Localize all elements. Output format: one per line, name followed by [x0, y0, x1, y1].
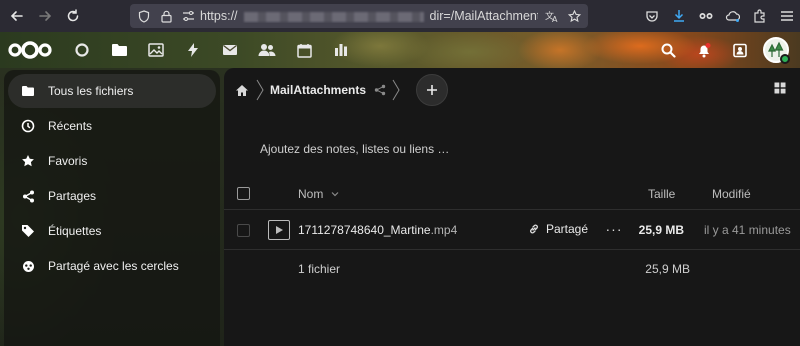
back-icon[interactable]	[6, 5, 28, 27]
breadcrumb-separator-icon	[254, 76, 266, 104]
row-checkbox[interactable]	[237, 224, 250, 237]
sidebar-item-tags[interactable]: Étiquettes	[8, 214, 216, 248]
new-item-button[interactable]	[416, 74, 449, 106]
status-online-icon	[780, 54, 790, 64]
breadcrumb-current-folder[interactable]: MailAttachments	[270, 83, 366, 97]
url-bar[interactable]: https://dir=/MailAttachments&fi 文A	[130, 4, 588, 28]
search-icon[interactable]	[650, 32, 686, 68]
folder-notes-hint[interactable]: Ajoutez des notes, listes ou liens …	[260, 142, 449, 156]
sidebar-item-label: Favoris	[48, 154, 88, 168]
files-app-icon[interactable]	[105, 36, 133, 64]
breadcrumb: MailAttachments	[234, 74, 449, 106]
reload-icon[interactable]	[62, 5, 84, 27]
forward-icon[interactable]	[34, 5, 56, 27]
column-name-label: Nom	[298, 187, 324, 201]
file-size: 25,9 MB	[638, 223, 684, 237]
bookmark-star-icon[interactable]	[566, 8, 582, 24]
site-settings-icon[interactable]	[180, 8, 196, 24]
sidebar-item-label: Récents	[48, 119, 93, 133]
plus-icon	[427, 85, 438, 95]
pocket-icon[interactable]	[638, 5, 665, 27]
summary-total-size: 25,9 MB	[645, 262, 690, 276]
analytics-app-icon[interactable]	[327, 36, 355, 64]
nextcloud-logo[interactable]	[6, 38, 54, 62]
user-menu[interactable]	[758, 32, 794, 68]
content-area: Tous les fichiers Récents Favoris Partag…	[0, 68, 800, 346]
cloud-sync-icon[interactable]	[719, 5, 746, 27]
column-size-header[interactable]: Taille	[648, 187, 675, 201]
contacts-menu-icon[interactable]	[722, 32, 758, 68]
files-main: MailAttachments Ajoutez des notes, liste…	[224, 68, 800, 346]
breadcrumb-separator-icon	[390, 76, 402, 104]
file-extension: .mp4	[430, 223, 458, 237]
sidebar-item-recent[interactable]: Récents	[8, 109, 216, 143]
sidebar-item-circles[interactable]: Partagé avec les cercles	[8, 249, 216, 283]
sidebar-item-label: Partagé avec les cercles	[48, 259, 179, 273]
files-table-header: Nom Taille Modifié	[224, 178, 800, 210]
sidebar-item-all-files[interactable]: Tous les fichiers	[8, 74, 216, 108]
column-name-header[interactable]: Nom	[298, 187, 339, 201]
folder-share-icon[interactable]	[372, 82, 388, 98]
extension-mask-icon[interactable]	[692, 5, 719, 27]
shield-icon[interactable]	[136, 8, 152, 24]
app-header	[0, 32, 800, 68]
photos-app-icon[interactable]	[142, 36, 170, 64]
summary-file-count: 1 fichier	[298, 262, 341, 276]
more-actions-icon[interactable]: ···	[606, 218, 622, 240]
redacted-url	[243, 11, 424, 22]
sidebar-item-label: Tous les fichiers	[48, 84, 134, 98]
file-name[interactable]: 1711278748640_Martine.mp4	[298, 223, 457, 237]
video-file-icon	[268, 220, 290, 240]
dashboard-icon[interactable]	[68, 36, 96, 64]
extensions-puzzle-icon[interactable]	[746, 5, 773, 27]
select-all-checkbox[interactable]	[237, 187, 250, 200]
files-summary: 1 fichier 25,9 MB	[224, 250, 800, 282]
mail-app-icon[interactable]	[216, 36, 244, 64]
tag-icon	[20, 223, 36, 239]
share-icon	[20, 188, 36, 204]
shared-label: Partagé	[546, 222, 589, 236]
avatar[interactable]	[763, 37, 790, 64]
browser-toolbar: https://dir=/MailAttachments&fi 文A	[0, 0, 800, 32]
sort-chevron-down-icon	[331, 192, 339, 197]
sidebar-item-label: Partages	[48, 189, 97, 203]
column-modified-header[interactable]: Modifié	[712, 187, 751, 201]
file-basename: 1711278748640_Martine	[298, 223, 431, 237]
clock-icon	[20, 118, 36, 134]
home-icon[interactable]	[234, 82, 250, 98]
url-text: https://dir=/MailAttachments&fi	[200, 9, 538, 23]
folder-icon	[20, 83, 36, 99]
notifications-bell-icon[interactable]	[686, 32, 722, 68]
calendar-app-icon[interactable]	[290, 36, 318, 64]
activity-app-icon[interactable]	[179, 36, 207, 64]
star-icon	[20, 153, 36, 169]
grid-view-icon[interactable]	[772, 80, 788, 96]
contacts-app-icon[interactable]	[253, 36, 281, 64]
menu-icon[interactable]	[773, 5, 800, 27]
translate-icon[interactable]: 文A	[544, 8, 560, 24]
svg-text:A: A	[552, 15, 558, 23]
sidebar-item-shares[interactable]: Partages	[8, 179, 216, 213]
sidebar: Tous les fichiers Récents Favoris Partag…	[4, 70, 220, 346]
sidebar-item-label: Étiquettes	[48, 224, 102, 238]
download-icon[interactable]	[665, 5, 692, 27]
shared-button[interactable]: Partagé	[528, 222, 588, 236]
table-row[interactable]: 1711278748640_Martine.mp4 Partagé ··· 25…	[224, 210, 800, 250]
circles-icon	[20, 258, 36, 274]
file-modified: il y a 41 minutes	[704, 223, 791, 237]
lock-icon[interactable]	[158, 8, 174, 24]
link-icon	[530, 224, 538, 234]
sidebar-item-favorites[interactable]: Favoris	[8, 144, 216, 178]
